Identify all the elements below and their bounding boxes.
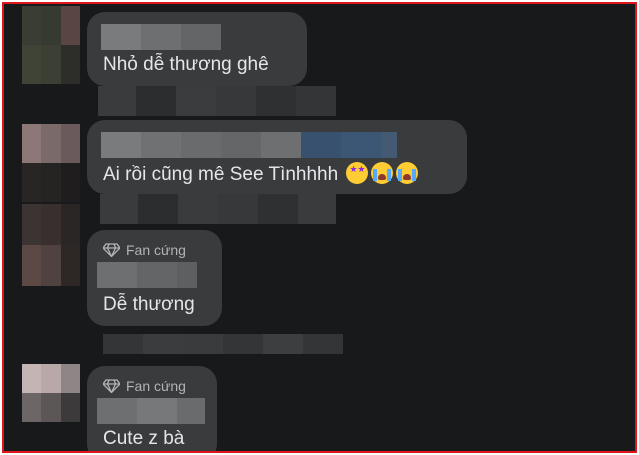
badge-label: Fan cứng xyxy=(126,378,186,394)
comment-text-content: Ai rồi cũng mê See Tìnhhhh xyxy=(103,164,339,185)
commenter-name[interactable] xyxy=(101,132,397,158)
star-struck-emoji-icon xyxy=(346,162,369,184)
comment-text: Nhỏ dễ thương ghê xyxy=(103,54,269,75)
comment-actions[interactable] xyxy=(100,194,336,224)
commenter-name[interactable] xyxy=(97,262,197,288)
avatar[interactable] xyxy=(22,124,80,202)
comment-bubble: Fan cứng Dễ thương xyxy=(87,230,222,326)
loudly-crying-emoji-icon xyxy=(371,162,394,184)
top-fan-badge: Fan cứng xyxy=(103,378,186,394)
comment-text: Cute z bà xyxy=(103,428,185,449)
avatar[interactable] xyxy=(22,364,80,422)
badge-label: Fan cứng xyxy=(126,242,186,258)
avatar[interactable] xyxy=(22,6,80,84)
comment-bubble: Nhỏ dễ thương ghê xyxy=(87,12,307,86)
comment-bubble: Fan cứng Cute z bà xyxy=(87,366,217,451)
commenter-name[interactable] xyxy=(101,24,221,50)
top-fan-badge: Fan cứng xyxy=(103,242,186,258)
commenter-name[interactable] xyxy=(97,398,205,424)
comment-bubble: Ai rồi cũng mê See Tìnhhhh xyxy=(87,120,467,194)
diamond-icon xyxy=(103,243,120,257)
comment-panel: Nhỏ dễ thương ghê Ai rồi cũng mê See Tìn… xyxy=(2,2,637,453)
diamond-icon xyxy=(103,379,120,393)
comment-text: Dễ thương xyxy=(103,294,195,315)
loudly-crying-emoji-icon xyxy=(396,162,419,184)
avatar[interactable] xyxy=(22,204,80,286)
comment-actions[interactable] xyxy=(98,86,336,116)
comment-text: Ai rồi cũng mê See Tìnhhhh xyxy=(103,162,419,186)
comment-actions[interactable] xyxy=(103,334,343,354)
